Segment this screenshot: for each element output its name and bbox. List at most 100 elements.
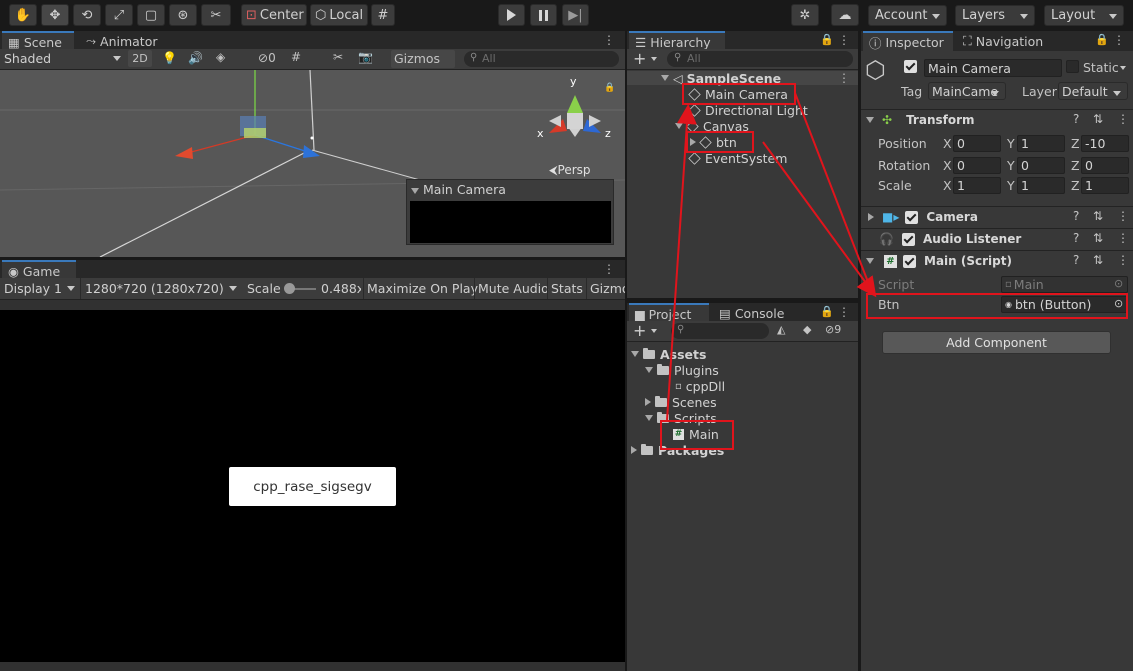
preset-icon[interactable]: ⇅ bbox=[1093, 209, 1103, 223]
tab-scene[interactable]: ▦ Scene bbox=[2, 31, 74, 51]
kebab-menu-icon[interactable]: ⋮ bbox=[1117, 231, 1129, 245]
scale-slider-handle[interactable] bbox=[284, 283, 295, 294]
transform-tool-icon[interactable]: ⊛ bbox=[169, 4, 197, 26]
help-icon[interactable]: ? bbox=[1073, 112, 1079, 126]
pause-button[interactable] bbox=[530, 4, 557, 26]
kebab-menu-icon[interactable]: ⋮ bbox=[838, 33, 850, 47]
transform-header[interactable]: ✣ Transform ? ⇅ ⋮ bbox=[861, 109, 1133, 130]
audio-icon[interactable]: 🔊 bbox=[188, 51, 203, 65]
lock-icon[interactable]: 🔒 bbox=[604, 83, 615, 93]
tab-console[interactable]: ▤ Console bbox=[713, 303, 803, 323]
stats-toggle[interactable]: Stats bbox=[547, 278, 586, 299]
tab-hierarchy[interactable]: ☰ Hierarchy bbox=[629, 31, 725, 51]
script-enabled-checkbox[interactable] bbox=[903, 254, 916, 268]
collab-icon[interactable]: ✲ bbox=[791, 4, 819, 26]
tag-dropdown[interactable]: MainCame bbox=[928, 82, 1006, 100]
label-tag-icon[interactable]: ◆ bbox=[803, 323, 811, 336]
kebab-menu-icon[interactable]: ⋮ bbox=[603, 33, 615, 47]
maximize-on-play-toggle[interactable]: Maximize On Play bbox=[363, 278, 481, 299]
scene-view[interactable]: y x z 🔒 ⮜Persp Main Camera bbox=[0, 70, 625, 257]
position-y-field[interactable]: 1 bbox=[1017, 135, 1065, 152]
layout-dropdown[interactable]: Layout bbox=[1044, 5, 1124, 26]
lock-icon[interactable]: 🔒 bbox=[820, 305, 834, 318]
scene-search-input[interactable]: All bbox=[464, 51, 619, 67]
project-item-cppdll[interactable]: ▫ cppDll bbox=[675, 378, 725, 394]
filter-type-icon[interactable]: ◭ bbox=[777, 323, 785, 336]
rect-tool-icon[interactable]: ▢ bbox=[137, 4, 165, 26]
scale-x-field[interactable]: 1 bbox=[953, 177, 1001, 194]
hand-tool-icon[interactable]: ✋ bbox=[9, 4, 37, 26]
move-tool-icon[interactable]: ✥ bbox=[41, 4, 69, 26]
shading-dropdown[interactable]: Shaded bbox=[4, 51, 122, 67]
rotation-z-field[interactable]: 0 bbox=[1081, 157, 1129, 174]
static-checkbox[interactable] bbox=[1066, 60, 1079, 73]
scale-tool-icon[interactable]: ⤢ bbox=[105, 4, 133, 26]
object-picker-icon[interactable]: ⊙ bbox=[1114, 277, 1123, 290]
tools-icon[interactable]: ✂ bbox=[333, 50, 343, 64]
add-component-button[interactable]: Add Component bbox=[882, 331, 1111, 354]
audio-enabled-checkbox[interactable] bbox=[901, 232, 915, 246]
static-dropdown[interactable]: Static bbox=[1083, 60, 1119, 75]
hidden-packages-toggle[interactable]: ⊘9 bbox=[825, 323, 841, 336]
main-script-header[interactable]: # Main (Script) ? ⇅ ⋮ bbox=[861, 250, 1133, 271]
lock-icon[interactable]: 🔒 bbox=[1095, 33, 1109, 46]
persp-label[interactable]: ⮜Persp bbox=[549, 163, 591, 178]
cloud-icon[interactable]: ☁ bbox=[831, 4, 859, 26]
scale-z-field[interactable]: 1 bbox=[1081, 177, 1129, 194]
game-button[interactable]: cpp_rase_sigsegv bbox=[229, 467, 396, 506]
kebab-menu-icon[interactable]: ⋮ bbox=[838, 71, 850, 85]
custom-tool-icon[interactable]: ✂ bbox=[201, 4, 231, 26]
hierarchy-search-input[interactable]: All bbox=[667, 51, 853, 67]
help-icon[interactable]: ? bbox=[1073, 209, 1079, 223]
preset-icon[interactable]: ⇅ bbox=[1093, 112, 1103, 126]
gizmos-dropdown[interactable]: Gizmos bbox=[391, 50, 455, 68]
tab-animator[interactable]: ⤳ Animator bbox=[80, 31, 170, 51]
rotate-tool-icon[interactable]: ⟲ bbox=[73, 4, 101, 26]
preset-icon[interactable]: ⇅ bbox=[1093, 253, 1103, 267]
layer-dropdown[interactable]: Default bbox=[1058, 82, 1128, 100]
audio-listener-header[interactable]: 🎧 Audio Listener ? ⇅ ⋮ bbox=[861, 228, 1133, 249]
tab-project[interactable]: ▆ Project bbox=[629, 303, 709, 323]
grid-icon[interactable]: # bbox=[291, 50, 301, 64]
mute-audio-toggle[interactable]: Mute Audio bbox=[474, 278, 552, 299]
active-checkbox[interactable] bbox=[904, 60, 917, 76]
lighting-icon[interactable]: 💡 bbox=[162, 51, 177, 65]
rotation-y-field[interactable]: 0 bbox=[1017, 157, 1065, 174]
project-item-scenes[interactable]: Scenes bbox=[645, 394, 717, 410]
play-button[interactable] bbox=[498, 4, 525, 26]
resolution-dropdown[interactable]: 1280*720 (1280x720) bbox=[80, 278, 242, 299]
step-button[interactable]: ▶| bbox=[562, 4, 589, 26]
help-icon[interactable]: ? bbox=[1073, 231, 1079, 245]
help-icon[interactable]: ? bbox=[1073, 253, 1079, 267]
scale-y-field[interactable]: 1 bbox=[1017, 177, 1065, 194]
rotation-x-field[interactable]: 0 bbox=[953, 157, 1001, 174]
game-gizmos-toggle[interactable]: Gizmo bbox=[586, 278, 625, 299]
layers-dropdown[interactable]: Layers bbox=[955, 5, 1035, 26]
tab-game[interactable]: ◉ Game bbox=[2, 260, 76, 280]
kebab-menu-icon[interactable]: ⋮ bbox=[603, 262, 615, 276]
orientation-gizmo[interactable]: y x z bbox=[535, 75, 615, 155]
space-toggle[interactable]: ⬡ Local bbox=[310, 4, 368, 26]
lock-icon[interactable]: 🔒 bbox=[820, 33, 834, 46]
effects-icon[interactable]: ◈ bbox=[216, 50, 225, 64]
grid-snap-icon[interactable]: # bbox=[371, 4, 395, 26]
position-x-field[interactable]: 0 bbox=[953, 135, 1001, 152]
project-search-input[interactable] bbox=[671, 323, 769, 339]
2d-toggle[interactable]: 2D bbox=[128, 50, 152, 67]
kebab-menu-icon[interactable]: ⋮ bbox=[1117, 112, 1129, 126]
position-z-field[interactable]: -10 bbox=[1081, 135, 1129, 152]
tab-inspector[interactable]: ⓘ Inspector bbox=[863, 31, 953, 51]
account-dropdown[interactable]: Account bbox=[868, 5, 947, 26]
project-item-plugins[interactable]: Plugins bbox=[645, 362, 719, 378]
project-item-assets[interactable]: Assets bbox=[631, 346, 706, 362]
object-name-field[interactable]: Main Camera bbox=[924, 59, 1062, 77]
kebab-menu-icon[interactable]: ⋮ bbox=[838, 305, 850, 319]
game-view[interactable]: cpp_rase_sigsegv bbox=[0, 310, 625, 662]
display-dropdown[interactable]: Display 1 bbox=[4, 281, 62, 296]
camera-component-header[interactable]: ■▸ Camera ? ⇅ ⋮ bbox=[861, 206, 1133, 227]
pivot-toggle[interactable]: ⊡ Center bbox=[241, 4, 307, 26]
kebab-menu-icon[interactable]: ⋮ bbox=[1113, 33, 1125, 47]
add-icon[interactable]: + bbox=[633, 49, 646, 68]
camera-enabled-checkbox[interactable] bbox=[905, 210, 919, 224]
camera-icon[interactable]: 📷 bbox=[358, 50, 373, 64]
